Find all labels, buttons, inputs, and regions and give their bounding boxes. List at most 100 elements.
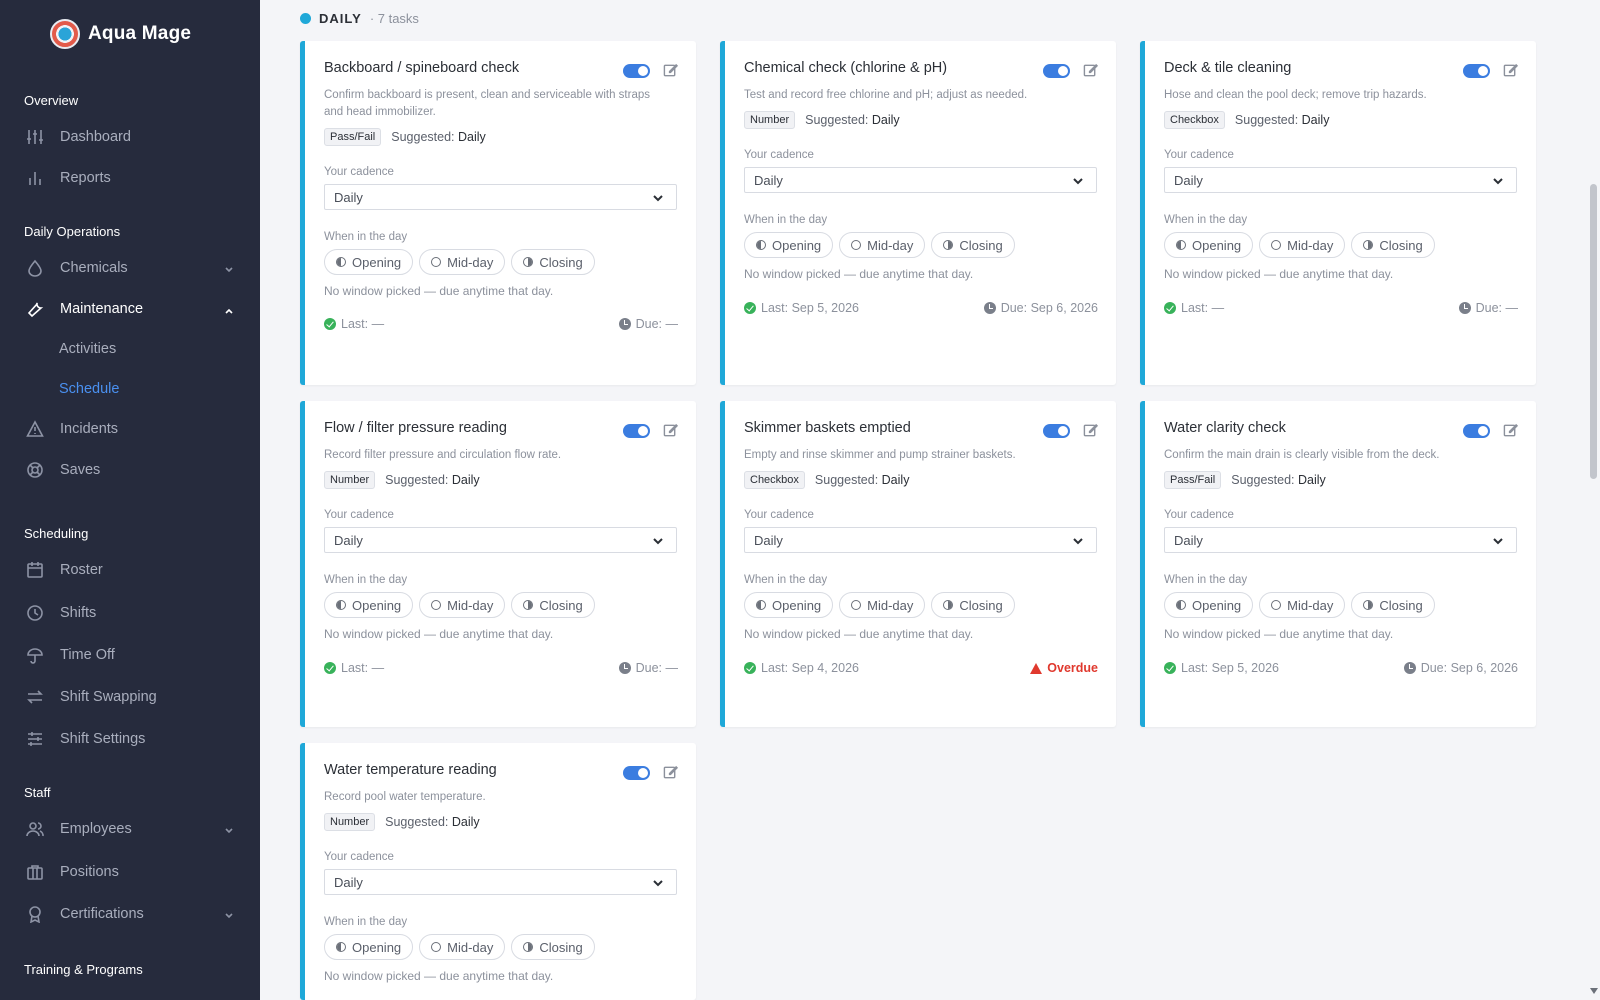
type-badge: Number — [744, 111, 796, 129]
edit-icon[interactable] — [1083, 63, 1099, 79]
closing-chip[interactable]: Closing — [1351, 232, 1435, 258]
opening-chip[interactable]: Opening — [324, 934, 414, 960]
sidebar-item-maintenance[interactable]: Maintenance — [0, 292, 260, 326]
main-content: DAILY · 7 tasks Backboard / spineboard c… — [260, 0, 1600, 1000]
section-training-programs: Training & Programs — [24, 962, 143, 977]
edit-icon[interactable] — [663, 423, 679, 439]
app-logo-icon — [50, 19, 80, 49]
cadence-select[interactable]: Daily — [324, 869, 677, 895]
cadence-label: Your cadence — [324, 851, 394, 863]
sunset-icon — [1363, 600, 1374, 610]
cadence-value: Daily — [334, 532, 363, 548]
opening-chip[interactable]: Opening — [1164, 232, 1254, 258]
opening-chip[interactable]: Opening — [1164, 592, 1254, 618]
when-label: When in the day — [1164, 214, 1248, 226]
cadence-label: Your cadence — [1164, 509, 1234, 521]
sidebar-item-label: Employees — [60, 821, 132, 837]
vertical-scrollbar[interactable] — [1590, 184, 1597, 479]
enable-toggle[interactable] — [1043, 424, 1070, 438]
cadence-select[interactable]: Daily — [1164, 167, 1517, 193]
sidebar-item-shift-swapping[interactable]: Shift Swapping — [0, 680, 260, 714]
sidebar-item-certifications[interactable]: Certifications — [0, 897, 260, 931]
clock-icon — [26, 604, 44, 622]
sidebar-item-label: Incidents — [60, 421, 119, 437]
swap-arrows-icon — [26, 688, 44, 706]
sidebar-subitem-activities[interactable]: Activities — [0, 334, 260, 364]
midday-chip[interactable]: Mid-day — [1259, 232, 1346, 258]
opening-chip[interactable]: Opening — [324, 249, 414, 275]
clock-icon — [618, 318, 631, 330]
closing-chip[interactable]: Closing — [511, 934, 595, 960]
sidebar-item-employees[interactable]: Employees — [0, 812, 260, 846]
midday-chip[interactable]: Mid-day — [419, 249, 506, 275]
sunrise-icon — [1176, 240, 1186, 250]
suggested-cadence: Suggested: Daily — [385, 473, 480, 487]
last-done: Last: — — [324, 661, 384, 675]
sidebar-item-incidents[interactable]: Incidents — [0, 412, 260, 446]
edit-icon[interactable] — [663, 63, 679, 79]
midday-chip[interactable]: Mid-day — [419, 592, 506, 618]
midday-chip[interactable]: Mid-day — [419, 934, 506, 960]
check-circle-icon — [744, 302, 756, 314]
sidebar-item-positions[interactable]: Positions — [0, 855, 260, 889]
opening-chip[interactable]: Opening — [744, 232, 834, 258]
cadence-select[interactable]: Daily — [324, 527, 677, 553]
window-note: No window picked — due anytime that day. — [744, 267, 974, 281]
edit-icon[interactable] — [1503, 423, 1519, 439]
enable-toggle[interactable] — [623, 424, 650, 438]
sunrise-icon — [756, 240, 766, 250]
task-meta: Number Suggested: Daily — [744, 111, 900, 129]
scroll-down-icon[interactable] — [1590, 988, 1598, 994]
window-note: No window picked — due anytime that day. — [324, 284, 554, 298]
cadence-select[interactable]: Daily — [744, 527, 1097, 553]
sidebar-item-saves[interactable]: Saves — [0, 453, 260, 487]
enable-toggle[interactable] — [1463, 64, 1490, 78]
time-window-chips: Opening Mid-day Closing — [324, 934, 595, 960]
sun-icon — [431, 257, 442, 267]
opening-chip[interactable]: Opening — [324, 592, 414, 618]
enable-toggle[interactable] — [623, 64, 650, 78]
cadence-select[interactable]: Daily — [1164, 527, 1517, 553]
last-done: Last: — — [324, 317, 384, 331]
sidebar-item-label: Time Off — [60, 647, 115, 663]
closing-chip[interactable]: Closing — [931, 592, 1015, 618]
chevron-down-icon — [224, 263, 234, 273]
window-note: No window picked — due anytime that day. — [744, 627, 974, 641]
task-card: Water clarity check Confirm the main dra… — [1140, 401, 1536, 727]
cadence-select[interactable]: Daily — [324, 184, 677, 210]
task-description: Empty and rinse skimmer and pump straine… — [744, 449, 1016, 461]
sidebar-item-reports[interactable]: Reports — [0, 161, 260, 195]
closing-chip[interactable]: Closing — [511, 592, 595, 618]
check-circle-icon — [324, 318, 336, 330]
opening-chip[interactable]: Opening — [744, 592, 834, 618]
sidebar-item-roster[interactable]: Roster — [0, 553, 260, 587]
sidebar-item-time-off[interactable]: Time Off — [0, 638, 260, 672]
sidebar-item-chemicals[interactable]: Chemicals — [0, 251, 260, 285]
closing-chip[interactable]: Closing — [1351, 592, 1435, 618]
midday-chip[interactable]: Mid-day — [839, 592, 926, 618]
sidebar-subitem-schedule[interactable]: Schedule — [0, 374, 260, 404]
closing-chip[interactable]: Closing — [511, 249, 595, 275]
chevron-down-icon — [1072, 535, 1084, 547]
closing-chip[interactable]: Closing — [931, 232, 1015, 258]
section-overview: Overview — [24, 93, 79, 108]
cadence-select[interactable]: Daily — [744, 167, 1097, 193]
brand[interactable]: Aqua Mage — [0, 0, 260, 68]
edit-icon[interactable] — [1503, 63, 1519, 79]
midday-chip[interactable]: Mid-day — [839, 232, 926, 258]
sidebar-item-dashboard[interactable]: Dashboard — [0, 120, 260, 154]
enable-toggle[interactable] — [623, 766, 650, 780]
midday-chip[interactable]: Mid-day — [1259, 592, 1346, 618]
section-staff: Staff — [24, 785, 51, 800]
droplet-icon — [26, 259, 44, 277]
sidebar-item-shift-settings[interactable]: Shift Settings — [0, 722, 260, 756]
enable-toggle[interactable] — [1043, 64, 1070, 78]
task-title: Skimmer baskets emptied — [744, 420, 911, 436]
time-window-chips: Opening Mid-day Closing — [1164, 232, 1435, 258]
sunset-icon — [943, 240, 954, 250]
edit-icon[interactable] — [663, 765, 679, 781]
task-title: Backboard / spineboard check — [324, 60, 520, 76]
enable-toggle[interactable] — [1463, 424, 1490, 438]
edit-icon[interactable] — [1083, 423, 1099, 439]
sidebar-item-shifts[interactable]: Shifts — [0, 596, 260, 630]
